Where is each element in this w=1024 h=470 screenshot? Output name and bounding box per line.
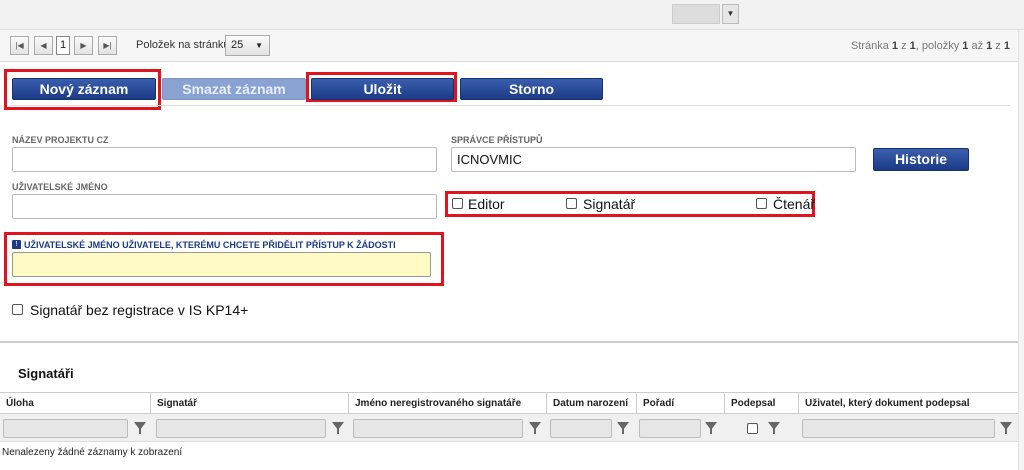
history-button[interactable]: Historie: [873, 148, 969, 171]
last-page-icon[interactable]: ▶|: [98, 36, 117, 55]
chevron-down-icon[interactable]: ▼: [722, 4, 739, 24]
delete-record-button[interactable]: Smazat záznam: [162, 78, 306, 100]
signatory-label: Signatář: [583, 196, 636, 212]
prev-page-icon[interactable]: ◀: [34, 36, 53, 55]
filter-icon[interactable]: [529, 422, 541, 434]
page-info: Stránka 1 z 1, položky 1 až 1 z 1: [851, 40, 1010, 52]
signatories-title: Signatáři: [18, 366, 74, 381]
editor-label: Editor: [468, 196, 505, 212]
access-admin-field[interactable]: ICNOVMIC: [451, 147, 856, 172]
required-icon: !: [12, 240, 21, 249]
unregistered-signatory-label: Signatář bez registrace v IS KP14+: [30, 302, 249, 318]
save-button[interactable]: Uložit: [311, 78, 454, 100]
top-band: [0, 0, 1024, 30]
cancel-button[interactable]: Storno: [460, 78, 603, 100]
signatory-checkbox[interactable]: [566, 198, 577, 209]
filter-input[interactable]: [802, 419, 995, 438]
grant-user-field[interactable]: [12, 252, 431, 277]
scrollbar[interactable]: [1018, 30, 1024, 470]
page-info-sep: z: [898, 40, 910, 52]
grid-filter-row: [0, 414, 1024, 442]
reader-checkbox[interactable]: [756, 198, 767, 209]
current-page-input[interactable]: 1: [56, 36, 70, 55]
signed-filter-checkbox[interactable]: [747, 423, 758, 434]
page-info-total: 1: [1003, 40, 1010, 52]
filter-icon[interactable]: [1000, 422, 1012, 434]
project-name-field[interactable]: [12, 147, 437, 172]
column-header[interactable]: Signatář: [150, 393, 348, 415]
column-header[interactable]: Podepsal: [724, 393, 798, 415]
column-header[interactable]: Pořadí: [636, 393, 724, 415]
filter-input[interactable]: [550, 419, 612, 438]
top-dropdown[interactable]: [672, 4, 720, 24]
per-page-label: Položek na stránku: [136, 39, 230, 51]
section-divider: [0, 341, 1024, 343]
per-page-select[interactable]: 25 ▼: [225, 35, 270, 56]
chevron-down-icon: ▼: [255, 41, 263, 50]
column-header[interactable]: Úloha: [0, 393, 150, 415]
column-header[interactable]: Uživatel, který dokument podepsal: [798, 393, 1020, 415]
grid-header: Úloha Signatář Jméno neregistrovaného si…: [0, 392, 1024, 415]
filter-input[interactable]: [3, 419, 128, 438]
filter-input[interactable]: [353, 419, 523, 438]
username-label: Uživatelské jméno: [12, 182, 108, 192]
column-header[interactable]: Datum narození: [546, 393, 636, 415]
page-info-prefix: Stránka: [850, 40, 892, 52]
editor-checkbox[interactable]: [452, 198, 463, 209]
page-info-sep: z: [992, 40, 1004, 52]
filter-icon[interactable]: [768, 422, 780, 434]
next-page-icon[interactable]: ▶: [74, 36, 93, 55]
project-name-label: Název projektu CZ: [12, 135, 109, 145]
per-page-value: 25: [231, 39, 244, 51]
filter-icon[interactable]: [617, 422, 629, 434]
pager-bar: |◀ ◀ 1 ▶ ▶| Položek na stránku 25 ▼ Strán…: [0, 30, 1024, 62]
filter-input[interactable]: [639, 419, 701, 438]
new-record-button[interactable]: Nový záznam: [12, 78, 156, 100]
access-admin-label: Správce přístupů: [451, 135, 543, 145]
divider: [10, 105, 1010, 106]
filter-icon[interactable]: [705, 422, 717, 434]
column-header[interactable]: Jméno neregistrovaného signatáře: [348, 393, 546, 415]
empty-grid-message: Nenalezeny žádné záznamy k zobrazení: [2, 447, 183, 458]
filter-icon[interactable]: [134, 422, 146, 434]
filter-input[interactable]: [156, 419, 326, 438]
unregistered-signatory-checkbox[interactable]: [12, 304, 23, 315]
reader-label: Čtenář: [773, 196, 816, 212]
filter-icon[interactable]: [332, 422, 344, 434]
page-info-sep: , položky: [915, 40, 963, 52]
username-field[interactable]: [12, 194, 437, 219]
page-info-sep: až: [968, 40, 987, 52]
grant-user-label: Uživatelské jméno uživatele, kterému chc…: [24, 240, 396, 250]
first-page-icon[interactable]: |◀: [10, 36, 29, 55]
